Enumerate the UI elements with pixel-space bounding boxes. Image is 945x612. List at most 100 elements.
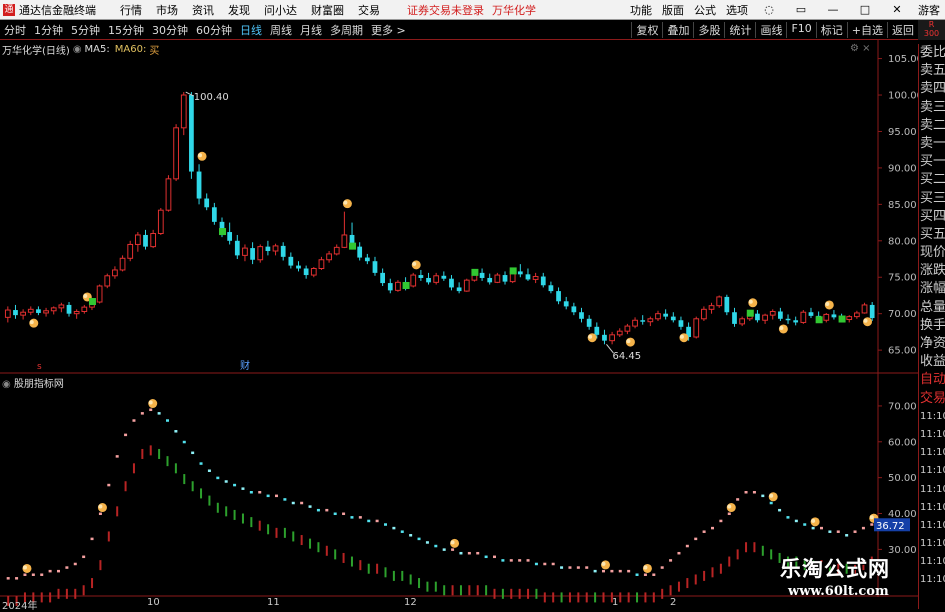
r-badge[interactable]: R 300	[918, 20, 945, 40]
y-tick-label: 85.00	[888, 200, 917, 211]
osc-lower-bar	[485, 585, 488, 596]
osc-upper-dot	[23, 573, 27, 576]
kline-chart[interactable]: 100.40 64.45 财 s 105.00 100.00 95.00 90.00 85.0…	[0, 0, 918, 609]
candle	[823, 312, 830, 323]
candle-body	[96, 285, 103, 303]
candle-body	[4, 309, 11, 318]
y-tick-label: 80.00	[888, 236, 917, 247]
candle-body	[180, 94, 187, 129]
side-panel-item[interactable]: 自动	[919, 371, 945, 389]
osc-lower-bar	[677, 581, 680, 592]
osc-upper-dot	[258, 491, 262, 494]
side-panel-item: 11:10	[920, 410, 945, 422]
side-panel-item: 11:10	[920, 483, 945, 495]
green-marker	[471, 268, 479, 276]
osc-lower-bar	[325, 545, 328, 556]
side-panel-item[interactable]: 交易	[919, 390, 945, 408]
candle	[272, 243, 279, 256]
candle-body	[357, 246, 363, 258]
candle-body	[227, 232, 233, 241]
candle-body	[632, 319, 638, 327]
osc-lower-bar	[711, 567, 714, 578]
candle	[104, 273, 111, 289]
osc-upper-dot	[191, 451, 195, 455]
candle	[556, 287, 561, 305]
osc-upper-dot	[694, 537, 698, 541]
osc-lower-bar	[418, 578, 421, 589]
osc-upper-dot	[870, 523, 874, 526]
candle-body	[310, 267, 317, 276]
osc-lower-bar	[451, 585, 454, 596]
side-panel-item: 11:10	[920, 538, 945, 550]
osc-upper-dot	[719, 519, 723, 523]
quote-side-panel: 委比 卖五 卖四 卖三 卖二 卖一 买一 买二 买三 买四 买五 现价 涨跌 涨幅 总量 换手 净资 收益 自动 交易…	[918, 44, 945, 609]
sub-signal-highlight	[98, 504, 103, 509]
candle	[540, 272, 546, 288]
osc-upper-dot	[216, 476, 220, 480]
osc-upper-dot	[828, 530, 832, 533]
osc-upper-dot	[275, 494, 278, 498]
signal-icon-highlight	[83, 293, 88, 298]
side-panel-item: 卖一	[920, 135, 945, 151]
candle	[808, 307, 814, 319]
green-marker	[815, 316, 823, 324]
candle	[831, 310, 837, 320]
candle-body	[20, 311, 26, 316]
candle	[502, 271, 508, 285]
osc-lower-bar	[753, 542, 756, 553]
indicator-eye-icon[interactable]: ◉	[2, 379, 11, 390]
date-label: 2024年	[2, 601, 38, 612]
osc-upper-dot	[15, 577, 19, 580]
candle	[693, 316, 700, 339]
candle-body	[143, 234, 148, 247]
candle-body	[66, 304, 72, 314]
candle-body	[502, 275, 508, 282]
date-label: 2	[670, 597, 677, 608]
osc-lower-bar	[409, 574, 412, 585]
candle-body	[288, 256, 294, 266]
candle	[134, 232, 141, 252]
candle	[288, 252, 294, 269]
sub-signal-highlight	[769, 493, 774, 498]
candle	[310, 267, 317, 278]
candle	[364, 253, 370, 265]
candle-body	[43, 310, 49, 314]
candle-body	[869, 304, 875, 319]
osc-upper-dot	[149, 408, 153, 412]
signal-icon-highlight	[748, 299, 753, 304]
osc-upper-dot	[568, 566, 572, 569]
candle-body	[341, 234, 348, 248]
candle	[663, 309, 669, 320]
osc-lower-bar	[200, 488, 203, 499]
signal-icon-highlight	[343, 200, 348, 205]
osc-upper-dot	[174, 430, 178, 433]
green-marker	[838, 315, 846, 323]
signal-icon-highlight	[198, 153, 203, 158]
current-value-label: 36.72	[876, 521, 905, 532]
osc-upper-dot	[333, 512, 337, 516]
osc-lower-bar	[283, 527, 286, 538]
osc-upper-dot	[417, 537, 421, 541]
osc-lower-bar	[166, 456, 169, 467]
osc-lower-bar	[476, 585, 479, 596]
candle	[380, 268, 386, 286]
osc-lower-bar	[132, 463, 135, 474]
osc-lower-bar	[124, 481, 127, 492]
candle	[227, 222, 233, 245]
osc-upper-dot	[669, 559, 673, 562]
osc-lower-bar	[309, 538, 312, 549]
osc-upper-dot	[409, 534, 413, 537]
side-panel-item: 11:10	[920, 428, 945, 440]
y-tick-label: 75.00	[888, 273, 917, 284]
osc-upper-dot	[241, 487, 245, 490]
eye-icon[interactable]: ◉	[73, 44, 82, 55]
signal-icon-highlight	[863, 318, 868, 323]
candle	[739, 316, 746, 327]
osc-upper-dot	[643, 573, 647, 576]
candle-body	[296, 265, 301, 269]
osc-upper-dot	[853, 530, 857, 533]
osc-lower-bar	[384, 567, 387, 578]
candle-body	[517, 271, 523, 275]
osc-lower-bar	[292, 531, 295, 542]
osc-upper-dot	[358, 516, 362, 519]
